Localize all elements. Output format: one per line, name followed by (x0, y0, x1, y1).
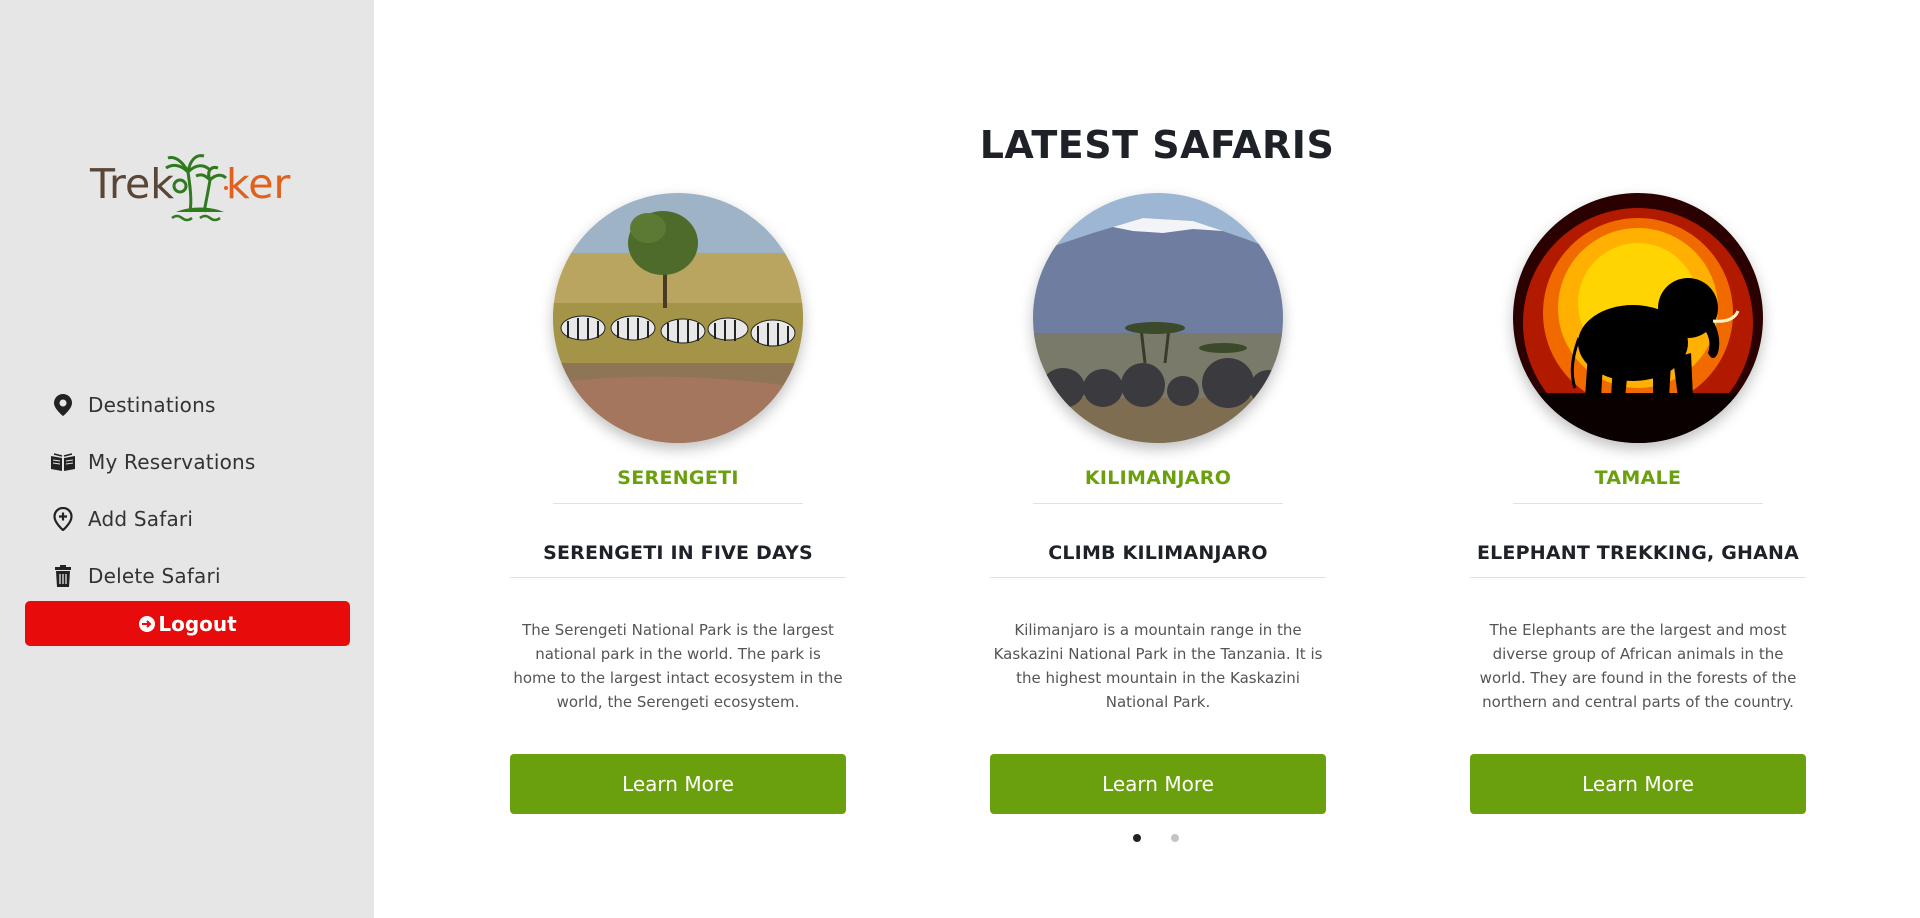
safari-card: TAMALE ELEPHANT TREKKING, GHANA The Elep… (1470, 193, 1806, 814)
app: Trek ker Destinations My Reservations Ad… (0, 0, 1920, 918)
divider (1470, 577, 1806, 578)
sidebar-item-label: My Reservations (88, 449, 256, 474)
divider (1033, 503, 1283, 504)
sidebar-nav: Destinations My Reservations Add Safari … (48, 376, 348, 604)
card-image (553, 193, 803, 443)
sidebar-item-add-safari[interactable]: Add Safari (48, 490, 348, 547)
divider (990, 577, 1326, 578)
card-image (1033, 193, 1283, 443)
safari-card: SERENGETI SERENGETI IN FIVE DAYS The Ser… (510, 193, 846, 814)
card-location: KILIMANJARO (1084, 467, 1232, 489)
trekker-logo[interactable]: Trek ker (88, 146, 291, 226)
add-location-icon (48, 504, 78, 534)
sidebar-item-label: Add Safari (88, 506, 194, 531)
logout-icon (138, 615, 156, 633)
carousel-pagination (1133, 834, 1179, 842)
card-image (1513, 193, 1763, 443)
sidebar-item-my-reservations[interactable]: My Reservations (48, 433, 348, 490)
location-pin-icon (48, 390, 78, 420)
elephant-sunset-silhouette-photo (1513, 193, 1763, 443)
card-description: The Serengeti National Park is the large… (513, 621, 843, 711)
learn-more-button[interactable]: Learn More (990, 754, 1326, 814)
logout-label: Logout (158, 611, 237, 636)
card-title: SERENGETI IN FIVE DAYS (543, 542, 813, 564)
sidebar: Trek ker Destinations My Reservations Ad… (0, 0, 374, 918)
card-description: Kilimanjaro is a mountain range in the K… (993, 621, 1323, 711)
card-location: TAMALE (1594, 467, 1682, 489)
logout-button[interactable]: Logout (25, 601, 350, 646)
card-title: CLIMB KILIMANJARO (1048, 542, 1268, 564)
sidebar-item-label: Delete Safari (88, 563, 221, 588)
divider (1513, 503, 1763, 504)
divider (510, 577, 846, 578)
learn-more-button[interactable]: Learn More (510, 754, 846, 814)
main-content: LATEST SAFARIS SERENGETI SERENGETI IN FI… (374, 0, 1920, 918)
sidebar-item-delete-safari[interactable]: Delete Safari (48, 547, 348, 604)
elephants-kilimanjaro-photo (1033, 193, 1283, 443)
sidebar-item-destinations[interactable]: Destinations (48, 376, 348, 433)
card-location: SERENGETI (617, 467, 739, 489)
card-title: ELEPHANT TREKKING, GHANA (1476, 542, 1800, 564)
trash-icon (48, 561, 78, 591)
book-open-icon (48, 447, 78, 477)
sidebar-item-label: Destinations (88, 392, 216, 417)
safari-card: KILIMANJARO CLIMB KILIMANJARO Kilimanjar… (990, 193, 1326, 814)
page-title: LATEST SAFARIS (979, 123, 1335, 167)
carousel-dot-1[interactable] (1133, 834, 1141, 842)
learn-more-button[interactable]: Learn More (1470, 754, 1806, 814)
card-description: The Elephants are the largest and most d… (1479, 621, 1797, 711)
logo-word-right: ker (226, 160, 291, 208)
divider (553, 503, 803, 504)
zebras-savanna-photo (553, 193, 803, 443)
carousel-dot-2[interactable] (1171, 834, 1179, 842)
